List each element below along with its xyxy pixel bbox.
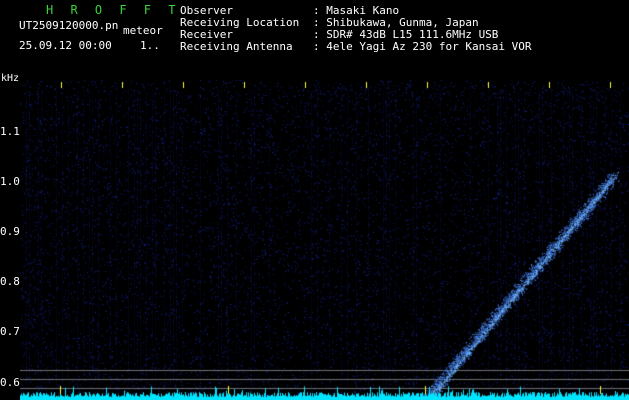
y-tick-label: 0.7 xyxy=(0,325,20,338)
y-tick-label: 1.0 xyxy=(0,175,20,188)
file-tag: meteor xyxy=(123,24,163,37)
page-mark: 1.. xyxy=(140,39,160,52)
y-unit-label: kHz xyxy=(1,73,20,84)
y-tick-label: 0.9 xyxy=(0,225,20,238)
info-value: : 4ele Yagi Az 230 for Kansai VOR xyxy=(313,40,532,53)
y-tick-label: 0.6 xyxy=(0,376,20,389)
y-tick-label: 0.8 xyxy=(0,275,20,288)
info-label: Receiving Antenna xyxy=(180,40,293,53)
datetime: 25.09.12 00:00 xyxy=(19,39,112,52)
y-tick-label: 1.1 xyxy=(0,125,20,138)
spectrogram-canvas xyxy=(20,80,629,400)
file-name: UT2509120000.pn xyxy=(19,19,119,32)
program-title: H R O F F T xyxy=(46,3,181,17)
